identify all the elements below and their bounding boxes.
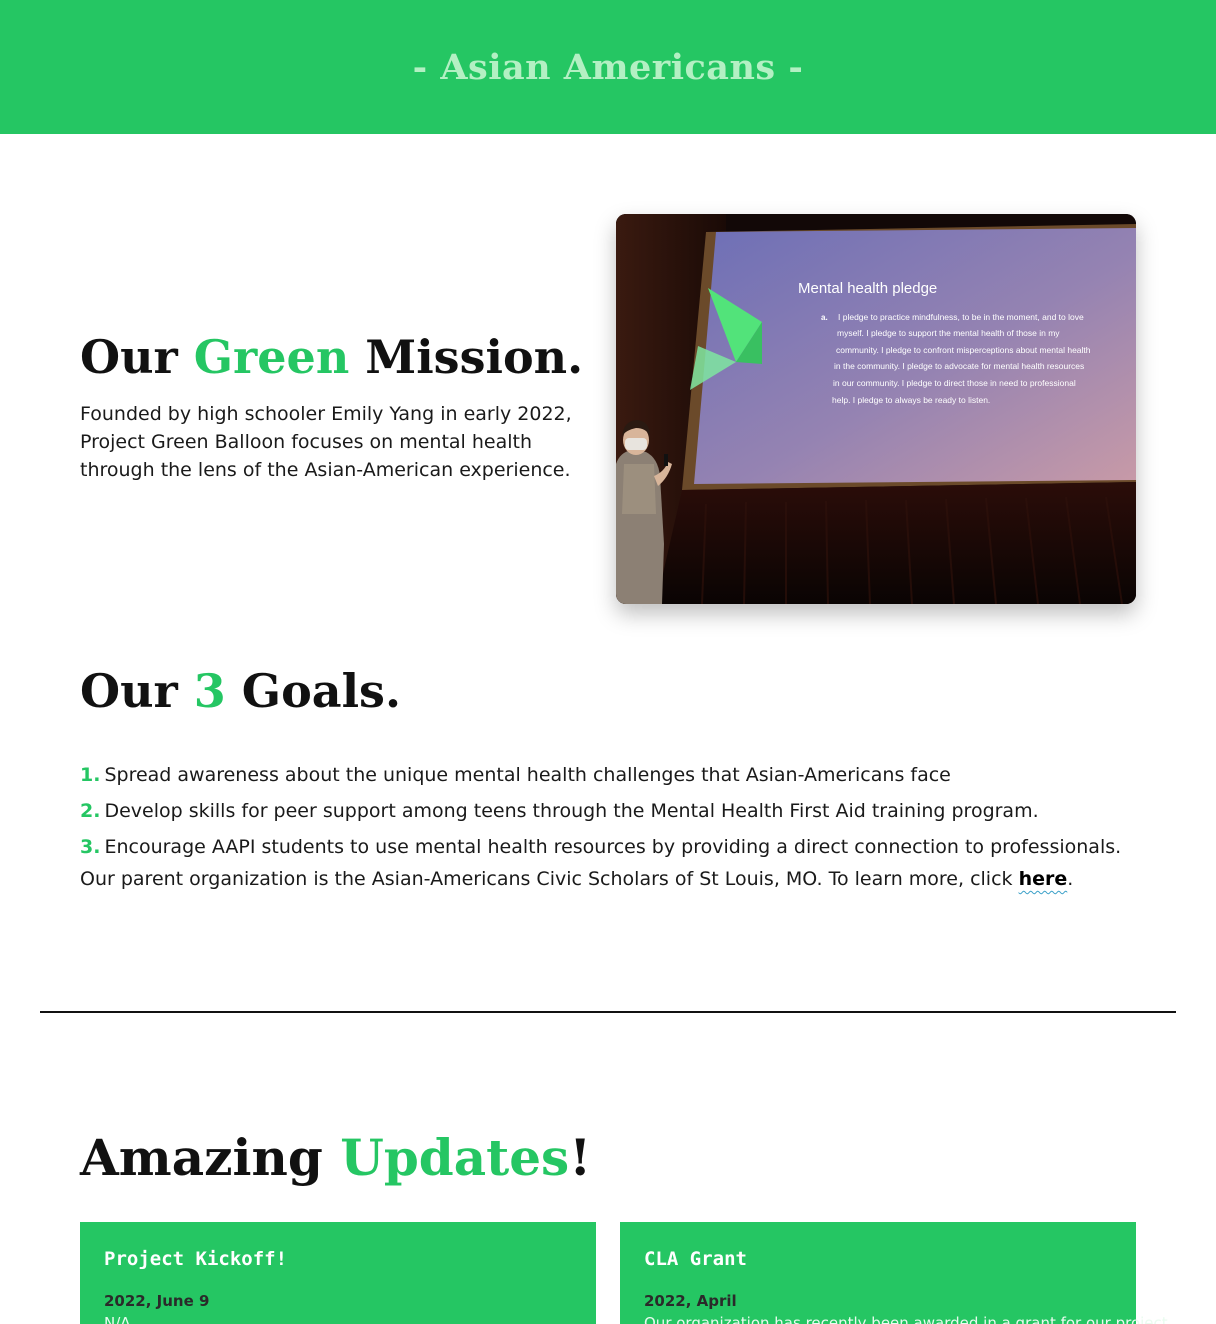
updates-heading-pre: Amazing <box>80 1128 341 1187</box>
parent-org-link[interactable]: here <box>1019 868 1068 890</box>
update-card-title: Project Kickoff! <box>104 1248 288 1270</box>
slide-marker: a. <box>821 313 828 322</box>
update-card-text: Our organization has recently been award… <box>644 1314 1168 1324</box>
goals-heading-pre: Our <box>80 664 194 718</box>
slide-title: Mental health pledge <box>798 280 937 297</box>
presentation-photo-graphic: Mental health pledge a. I pledge to prac… <box>616 214 1136 604</box>
update-card: CLA Grant 2022, April Our organization h… <box>620 1222 1168 1324</box>
presentation-photo: Mental health pledge a. I pledge to prac… <box>616 214 1136 604</box>
mission-heading: Our Green Mission. <box>80 330 583 384</box>
parent-org-description: Our parent organization is the Asian-Ame… <box>80 868 1019 890</box>
slide-line: I pledge to practice mindfulness, to be … <box>838 312 1084 322</box>
update-card-text: N/A <box>104 1314 131 1324</box>
goals-heading-accent: 3 <box>193 664 226 718</box>
update-card-title: CLA Grant <box>644 1248 747 1270</box>
mission-description: Founded by high schooler Emily Yang in e… <box>80 403 572 481</box>
update-card-date: 2022, April <box>644 1292 737 1310</box>
mission-heading-pre: Our <box>80 330 194 384</box>
goal-item: 2. Develop skills for peer support among … <box>80 793 1140 829</box>
goal-number: 1. <box>80 764 101 786</box>
goal-text: Encourage AAPI students to use mental he… <box>104 836 1122 858</box>
parent-org-text: Our parent organization is the Asian-Ame… <box>80 865 1073 893</box>
parent-org-period: . <box>1067 868 1074 890</box>
slide-line: in the community. I pledge to advocate f… <box>834 361 1084 371</box>
mission-heading-accent: Green <box>193 330 350 384</box>
goal-text: Develop skills for peer support among te… <box>104 800 1039 822</box>
goal-item: 1. Spread awareness about the unique ment… <box>80 757 1140 793</box>
updates-heading-accent: Updates <box>340 1128 570 1187</box>
goal-text: Spread awareness about the unique mental… <box>104 764 951 786</box>
mission-heading-post: Mission. <box>349 330 584 384</box>
section-divider <box>40 1011 1176 1013</box>
goals-heading: Our 3 Goals. <box>80 664 401 718</box>
goals-list: 1. Spread awareness about the unique ment… <box>80 757 1140 865</box>
slide-line: community. I pledge to confront misperce… <box>836 345 1091 355</box>
update-card-date: 2022, June 9 <box>104 1292 210 1310</box>
site-title: - Asian Americans - <box>412 46 804 88</box>
goal-item: 3. Encourage AAPI students to use mental … <box>80 829 1140 865</box>
goal-number: 2. <box>80 800 101 822</box>
updates-heading-post: ! <box>569 1128 592 1187</box>
slide-line: myself. I pledge to support the mental h… <box>837 328 1060 338</box>
updates-heading: Amazing Updates! <box>80 1128 591 1187</box>
goal-number: 3. <box>80 836 101 858</box>
goals-heading-post: Goals. <box>225 664 401 718</box>
slide-line: help. I pledge to always be ready to lis… <box>832 395 990 405</box>
slide-line: in our community. I pledge to direct tho… <box>833 378 1076 388</box>
header-banner: - Asian Americans - <box>0 0 1216 134</box>
update-card: Project Kickoff! 2022, June 9 N/A <box>80 1222 596 1324</box>
